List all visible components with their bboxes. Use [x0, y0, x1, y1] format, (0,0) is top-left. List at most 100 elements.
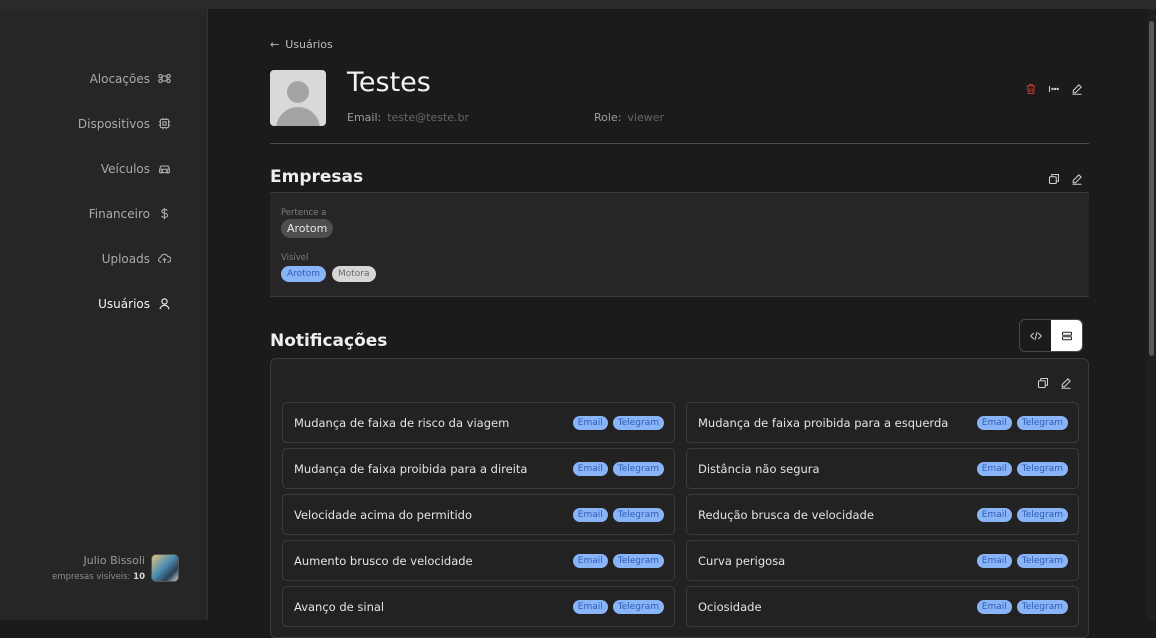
notification-label: Avanço de sinal: [294, 599, 385, 614]
notification-label: Mudança de faixa proibida para a direita: [294, 461, 528, 476]
main-content: ← Usuários Testes Email: teste@teste.br …: [209, 9, 1147, 638]
rows-icon: [1061, 331, 1072, 340]
notification-label: Mudança de faixa proibida para a esquerd…: [698, 415, 949, 430]
notification-channels: Email Telegram: [976, 553, 1068, 568]
role-meta: Role: viewer: [594, 111, 664, 124]
notificacoes-title: Notificações: [270, 331, 388, 351]
cloud-upload-icon: [158, 253, 171, 263]
user-icon: [159, 298, 170, 310]
notificacoes-panel: Mudança de faixa de risco da viagem Emai…: [270, 358, 1089, 638]
edit-empresas-button[interactable]: [1070, 172, 1083, 185]
visible-chip[interactable]: Motora: [332, 266, 376, 282]
scrollbar-thumb[interactable]: [1149, 21, 1154, 356]
telegram-tag: Telegram: [1016, 415, 1068, 430]
window-top-bar: [0, 0, 1156, 9]
telegram-tag: Telegram: [1016, 461, 1068, 476]
sidebar-item-label: Alocações: [89, 71, 150, 86]
dollar-icon: [161, 207, 169, 220]
password-button[interactable]: [1047, 82, 1060, 95]
avatar-head: [287, 81, 309, 103]
edit-icon: [1072, 173, 1082, 185]
view-toggle: [1019, 319, 1083, 352]
copy-icon: [1037, 377, 1048, 388]
edit-notificacoes-button[interactable]: [1059, 376, 1072, 389]
code-icon: [1029, 331, 1042, 340]
notification-card[interactable]: Velocidade acima do permitido Email Tele…: [282, 494, 675, 535]
sidebar-item-label: Financeiro: [88, 206, 150, 221]
notification-card[interactable]: Aumento brusco de velocidade Email Teleg…: [282, 540, 675, 581]
sidebar-item-financeiro[interactable]: Financeiro: [89, 191, 171, 236]
email-tag: Email: [976, 461, 1012, 476]
telegram-tag: Telegram: [1016, 553, 1068, 568]
page-title: Testes: [347, 67, 431, 98]
telegram-tag: Telegram: [612, 599, 664, 614]
notification-card[interactable]: Redução brusca de velocidade Email Teleg…: [686, 494, 1079, 535]
telegram-tag: Telegram: [1016, 599, 1068, 614]
sidebar-item-alocacoes[interactable]: Alocações: [90, 56, 171, 101]
notification-channels: Email Telegram: [976, 599, 1068, 614]
notification-card[interactable]: Mudança de faixa proibida para a direita…: [282, 448, 675, 489]
notification-channels: Email Telegram: [572, 415, 664, 430]
empresas-panel: Pertence a Arotom Visível Arotom Motora: [270, 192, 1089, 297]
notification-card[interactable]: Mudança de faixa proibida para a esquerd…: [686, 402, 1079, 443]
copy-empresas-button[interactable]: [1047, 172, 1060, 185]
notification-card[interactable]: Avanço de sinal Email Telegram: [282, 586, 675, 627]
scrollbar[interactable]: [1147, 9, 1156, 620]
telegram-tag: Telegram: [612, 553, 664, 568]
email-tag: Email: [976, 599, 1012, 614]
arrow-left-icon: ←: [270, 38, 280, 51]
notification-channels: Email Telegram: [572, 507, 664, 522]
sidebar-item-label: Veículos: [100, 161, 150, 176]
user-profile[interactable]: Julio Bissoli empresas visíveis: 10: [52, 554, 179, 582]
notification-label: Velocidade acima do permitido: [294, 507, 472, 522]
telegram-tag: Telegram: [612, 507, 664, 522]
notification-card[interactable]: Mudança de faixa de risco da viagem Emai…: [282, 402, 675, 443]
edit-user-button[interactable]: [1070, 82, 1083, 95]
notification-card[interactable]: Curva perigosa Email Telegram: [686, 540, 1079, 581]
notification-card[interactable]: Distância não segura Email Telegram: [686, 448, 1079, 489]
list-view-button[interactable]: [1051, 320, 1082, 351]
visible-label: empresas visíveis:: [52, 572, 131, 582]
sidebar-item-dispositivos[interactable]: Dispositivos: [78, 101, 171, 146]
avatar[interactable]: [151, 554, 179, 582]
notification-channels: Email Telegram: [976, 461, 1068, 476]
belongs-label: Pertence a: [281, 208, 327, 218]
notificacoes-actions: [1036, 376, 1072, 389]
email-meta: Email: teste@teste.br: [347, 111, 469, 124]
sidebar-item-label: Uploads: [101, 251, 150, 266]
visible-chip[interactable]: Arotom: [281, 266, 326, 282]
email-label: Email:: [347, 111, 382, 124]
user-visible-companies: empresas visíveis: 10: [52, 572, 145, 582]
email-tag: Email: [976, 553, 1012, 568]
notification-label: Curva perigosa: [698, 553, 786, 568]
back-link[interactable]: ← Usuários: [270, 38, 333, 51]
edit-icon: [1072, 83, 1082, 95]
copy-icon: [1048, 173, 1059, 184]
belongs-chip: Arotom: [281, 219, 334, 238]
copy-notificacoes-button[interactable]: [1036, 376, 1049, 389]
role-value: viewer: [627, 111, 665, 124]
sidebar-item-label: Usuários: [98, 296, 150, 311]
sidebar-nav: Alocações Dispositivos Veículos Financei…: [78, 56, 171, 326]
notification-label: Mudança de faixa de risco da viagem: [294, 415, 510, 430]
sidebar-item-uploads[interactable]: Uploads: [102, 236, 171, 281]
delete-button[interactable]: [1024, 82, 1037, 95]
empresas-actions: [1047, 172, 1083, 185]
email-value: teste@teste.br: [387, 111, 470, 124]
visible-count: 10: [133, 572, 145, 582]
sidebar-item-veiculos[interactable]: Veículos: [101, 146, 171, 191]
user-info: Julio Bissoli empresas visíveis: 10: [52, 554, 145, 582]
divider: [270, 143, 1089, 144]
email-tag: Email: [572, 507, 608, 522]
notification-label: Aumento brusco de velocidade: [294, 553, 473, 568]
email-tag: Email: [572, 553, 608, 568]
password-icon: [1048, 85, 1059, 92]
notification-card[interactable]: Ociosidade Email Telegram: [686, 586, 1079, 627]
email-tag: Email: [976, 507, 1012, 522]
avatar-body: [276, 107, 320, 126]
back-link-label: Usuários: [285, 38, 333, 51]
sidebar-item-usuarios[interactable]: Usuários: [98, 281, 171, 326]
user-actions: [1024, 82, 1083, 95]
code-view-button[interactable]: [1020, 320, 1051, 351]
sidebar-item-label: Dispositivos: [77, 116, 150, 131]
